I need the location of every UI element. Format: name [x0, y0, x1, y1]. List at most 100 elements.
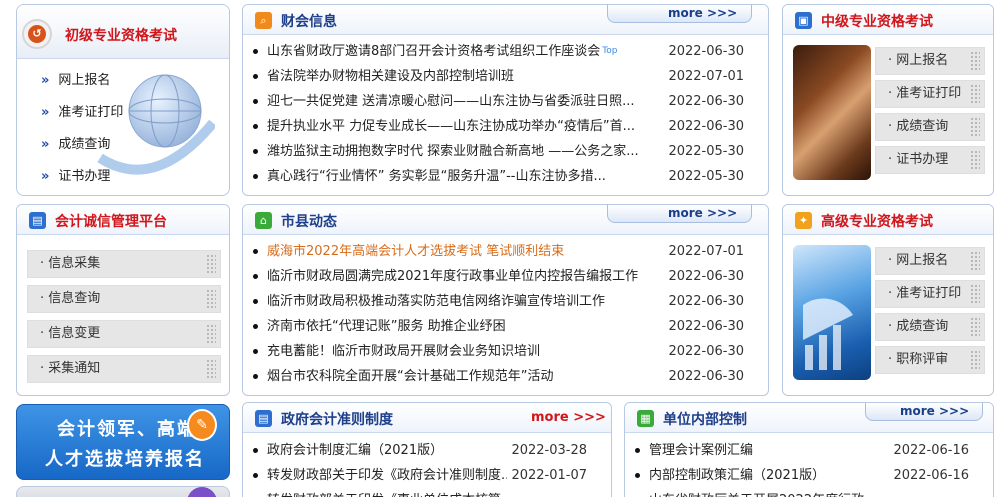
double-arrow-icon: »	[41, 169, 50, 184]
bullet-icon	[253, 174, 258, 179]
list-item[interactable]: 威海市2022年高端会计人才选拔考试 笔试顺利结束 2022-07-01	[253, 239, 758, 264]
junior-link-register[interactable]: » 网上报名	[41, 69, 110, 88]
integrity-link-query[interactable]: · 信息查询	[27, 285, 221, 313]
integrity-platform-panel: ▤ 会计诚信管理平台 · 信息采集 · 信息查询 · 信息变更 · 采集通知	[16, 204, 230, 396]
list-item[interactable]: 真心践行“行业情怀” 务实彰显“服务升温”--山东注协多措... 2022-05-…	[253, 164, 758, 189]
news-list: 山东省财政厅邀请8部门召开会计资格考试组织工作座谈会 Top 2022-06-30 …	[253, 39, 758, 189]
search-icon: ⌕	[255, 12, 272, 29]
senior-exam-panel: ✦ 高级专业资格考试 · 网上报名 · 准考证打印 · 成绩查询 · 职称评审	[782, 204, 994, 396]
list-item[interactable]: 提升执业水平 力促专业成长——山东注协成功举办“疫情后”首... 2022-06-…	[253, 114, 758, 139]
integrity-link-change[interactable]: · 信息变更	[27, 320, 221, 348]
mid-link-score[interactable]: · 成绩查询	[875, 113, 985, 141]
county-news-panel: ⌂ 市县动态 more >>> 威海市2022年高端会计人才选拔考试 笔试顺利结…	[242, 204, 769, 396]
bullet-icon	[253, 349, 258, 354]
monitor-icon: ▣	[795, 12, 812, 29]
panel-title: 中级专业资格考试	[821, 14, 933, 30]
panel-title: 单位内部控制	[663, 412, 747, 428]
double-arrow-icon: »	[41, 105, 50, 120]
list-item[interactable]: 迎七一共促党建 送清凉暖心慰问——山东注协与省委派驻日照... 2022-06-3…	[253, 89, 758, 114]
panel-title: 财会信息	[281, 14, 337, 30]
grid-icon: ▦	[637, 410, 654, 427]
second-banner-edge[interactable]	[16, 486, 230, 497]
integrity-link-notice[interactable]: · 采集通知	[27, 355, 221, 383]
senior-link-title-review[interactable]: · 职称评审	[875, 346, 985, 374]
list-item[interactable]: 内部控制政策汇编（2021版） 2022-06-16	[635, 463, 983, 488]
panel-header: ▤ 会计诚信管理平台	[17, 205, 229, 235]
star-icon: ✦	[795, 212, 812, 229]
finance-info-panel: ⌕ 财会信息 more >>> 山东省财政厅邀请8部门召开会计资格考试组织工作座…	[242, 4, 769, 196]
top-badge: Top	[602, 46, 618, 56]
bullet-icon	[253, 74, 258, 79]
bullet-icon	[635, 473, 640, 478]
list-item[interactable]: 烟台市农科院全面开展“会计基础工作规范年”活动 2022-06-30	[253, 364, 758, 389]
banner-line-2: 人才选拔培养报名	[45, 449, 205, 470]
mid-exam-panel: ▣ 中级专业资格考试 · 网上报名 · 准考证打印 · 成绩查询 · 证书办理	[782, 4, 994, 196]
list-item[interactable]: 管理会计案例汇编 2022-06-16	[635, 438, 983, 463]
senior-link-register[interactable]: · 网上报名	[875, 247, 985, 275]
news-list: 威海市2022年高端会计人才选拔考试 笔试顺利结束 2022-07-01 临沂市财…	[253, 239, 758, 389]
mid-link-admission-ticket[interactable]: · 准考证打印	[875, 80, 985, 108]
double-arrow-icon: »	[41, 73, 50, 88]
list-item[interactable]: 临沂市财政局积极推动落实防范电信网络诈骗宣传培训工作 2022-06-30	[253, 289, 758, 314]
bullet-icon	[253, 149, 258, 154]
bullet-icon	[253, 49, 258, 54]
document-icon: ▤	[29, 212, 46, 229]
list-item[interactable]: 转发财政部关于印发《政府会计准则制度... 2022-01-07	[253, 463, 601, 488]
more-link[interactable]: more >>>	[607, 205, 752, 223]
more-link[interactable]: more >>>	[607, 5, 752, 23]
panel-header: ⌂ 市县动态 more >>>	[243, 205, 768, 235]
news-list: 政府会计制度汇编（2021版） 2022-03-28 转发财政部关于印发《政府会计…	[253, 438, 601, 497]
senior-link-score[interactable]: · 成绩查询	[875, 313, 985, 341]
panel-title: 政府会计准则制度	[281, 412, 393, 428]
bullet-icon	[253, 448, 258, 453]
panel-title: 会计诚信管理平台	[55, 214, 167, 230]
bullet-icon	[635, 448, 640, 453]
list-item[interactable]: 济南市依托“代理记账”服务 助推企业纾困 2022-06-30	[253, 314, 758, 339]
more-link[interactable]: more >>>	[865, 403, 983, 421]
more-link[interactable]: more >>>	[531, 410, 606, 425]
junior-link-score[interactable]: » 成绩查询	[41, 133, 110, 152]
document-icon: ▤	[255, 410, 272, 427]
circle-icon	[187, 487, 217, 497]
list-item[interactable]: 充电蓄能！临沂市财政局开展财会业务知识培训 2022-06-30	[253, 339, 758, 364]
bullet-icon	[253, 374, 258, 379]
senior-link-admission-ticket[interactable]: · 准考证打印	[875, 280, 985, 308]
panel-title: 市县动态	[281, 214, 337, 230]
double-arrow-icon: »	[41, 137, 50, 152]
list-item[interactable]: 临沂市财政局圆满完成2021年度行政事业单位内控报告编报工作 2022-06-30	[253, 264, 758, 289]
panel-header: ▤ 政府会计准则制度 more >>>	[243, 403, 611, 433]
talent-selection-banner[interactable]: 会计领军、高端 人才选拔培养报名 ✎	[16, 404, 230, 480]
bullet-icon	[253, 274, 258, 279]
junior-exam-panel: ↺ 初级专业资格考试 » 网上报名 » 准考证打印 » 成绩查询 » 证书办理	[16, 4, 230, 196]
panel-header: ⌕ 财会信息 more >>>	[243, 5, 768, 35]
bullet-icon	[253, 124, 258, 129]
home-icon: ⌂	[255, 212, 272, 229]
panel-title: 初级专业资格考试	[65, 28, 177, 44]
junior-link-admission-ticket[interactable]: » 准考证打印	[41, 101, 123, 120]
bullet-icon	[253, 249, 258, 254]
globe-illustration	[95, 63, 217, 183]
panel-title: 高级专业资格考试	[821, 214, 933, 230]
mid-link-register[interactable]: · 网上报名	[875, 47, 985, 75]
list-item[interactable]: 政府会计制度汇编（2021版） 2022-03-28	[253, 438, 601, 463]
list-item[interactable]: 潍坊监狱主动拥抱数字时代 探索业财融合新高地 ——公务之家... 2022-05-…	[253, 139, 758, 164]
arrow-circle-icon: ↺	[22, 19, 52, 49]
junior-link-certificate[interactable]: » 证书办理	[41, 165, 110, 184]
panel-header: ▣ 中级专业资格考试	[783, 5, 993, 35]
panel-header: ▦ 单位内部控制 more >>>	[625, 403, 993, 433]
chart-illustration	[793, 245, 871, 380]
list-item[interactable]: 转发财政部关于印发《事业单位成本核算...	[253, 488, 601, 497]
integrity-link-collect[interactable]: · 信息采集	[27, 250, 221, 278]
list-item[interactable]: 山东省财政厅关于开展2022年度行政...	[635, 488, 983, 497]
mid-link-certificate[interactable]: · 证书办理	[875, 146, 985, 174]
hands-keyboard-photo	[793, 45, 871, 180]
bullet-icon	[253, 299, 258, 304]
panel-header: ✦ 高级专业资格考试	[783, 205, 993, 235]
pen-icon: ✎	[187, 409, 217, 441]
list-item[interactable]: 省法院举办财物相关建设及内部控制培训班 2022-07-01	[253, 64, 758, 89]
list-item[interactable]: 山东省财政厅邀请8部门召开会计资格考试组织工作座谈会 Top 2022-06-30	[253, 39, 758, 64]
bullet-icon	[253, 99, 258, 104]
bullet-icon	[253, 473, 258, 478]
gov-accounting-panel: ▤ 政府会计准则制度 more >>> 政府会计制度汇编（2021版） 2022-…	[242, 402, 612, 497]
internal-control-panel: ▦ 单位内部控制 more >>> 管理会计案例汇编 2022-06-16 内部控…	[624, 402, 994, 497]
